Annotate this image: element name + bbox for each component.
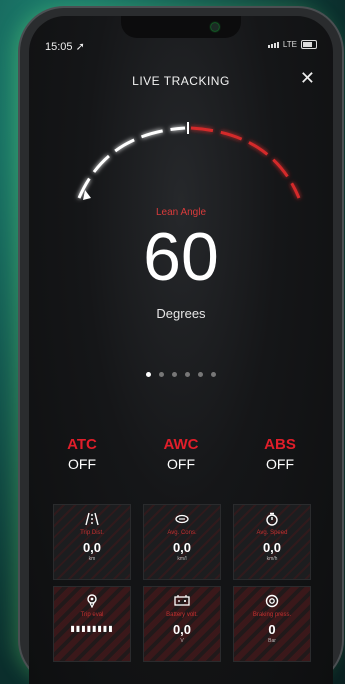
card-label: Avg. Cons. [167,530,197,536]
card-value: 0,0 [172,622,192,637]
page-title: LIVE TRACKING [132,74,230,88]
trip-eval-bars: ▮▮▮▮▮▮▮▮ [70,624,114,633]
lean-angle-gauge [77,122,301,200]
status-icons: LTE [267,40,317,49]
road-icon [54,512,130,526]
gauge-left-arc [77,126,186,199]
mode-state: OFF [266,456,294,472]
fuel-consumption-icon [144,512,220,526]
notch [121,16,241,38]
location-arrow-icon: ➚ [75,41,85,53]
card-unit: V [180,638,184,644]
card-battery-voltage[interactable]: Battery volt. 0,0 V [143,586,221,662]
card-value: 0,0 [82,540,102,555]
card-trip-eval[interactable]: Trip eval ▮▮▮▮▮▮▮▮ [53,586,131,662]
card-value: 0,0 [262,540,282,555]
stats-grid: Trip Dist. 0,0 km Avg. Cons. 0,0 km/l Av… [53,504,311,662]
page-dot[interactable] [159,372,164,377]
card-unit: km [88,556,96,562]
stopwatch-icon [234,512,310,526]
page-indicator [29,372,333,377]
gauge-label: Lean Angle [155,207,207,218]
location-pin-icon [54,594,130,608]
card-value: 0 [268,622,276,637]
card-label: Avg. Speed [256,530,288,536]
network-label: LTE [282,40,297,49]
mode-name: ATC [67,436,97,453]
page-dot[interactable] [172,372,177,377]
card-label: Battery volt. [166,612,198,618]
page-dot[interactable] [146,372,151,377]
screen: 15:05 ➚ LTE LIVE TRACKING ✕ Lean Angle 6… [29,16,333,684]
gauge-pointer [83,190,91,200]
card-unit: km/h [266,556,278,562]
brake-icon [234,594,310,608]
page-dot[interactable] [211,372,216,377]
close-icon[interactable]: ✕ [300,68,315,89]
page-dot[interactable] [185,372,190,377]
mode-atc[interactable]: ATC OFF [47,436,117,472]
assist-modes: ATC OFF AWC OFF ABS OFF [47,436,315,472]
gauge-value: 60 [143,219,219,295]
camera-icon [211,23,219,31]
signal-icon [267,41,279,48]
page-dot[interactable] [198,372,203,377]
battery-status-icon [301,40,317,49]
time-text: 15:05 [45,41,73,53]
mode-awc[interactable]: AWC OFF [146,436,216,472]
card-trip-distance[interactable]: Trip Dist. 0,0 km [53,504,131,580]
mode-state: OFF [167,456,195,472]
card-unit: Bar [268,638,276,644]
card-braking-pressure[interactable]: Braking press. 0 Bar [233,586,311,662]
card-label: Braking press. [252,612,292,618]
mode-abs[interactable]: ABS OFF [245,436,315,472]
gauge-unit: Degrees [156,306,206,321]
card-label: Trip Dist. [80,530,104,536]
mode-state: OFF [68,456,96,472]
card-label: Trip eval [80,612,104,618]
card-avg-consumption[interactable]: Avg. Cons. 0,0 km/l [143,504,221,580]
card-avg-speed[interactable]: Avg. Speed 0,0 km/h [233,504,311,580]
card-value: 0,0 [172,540,192,555]
gauge-right-arc [190,126,301,199]
card-unit: km/l [177,556,187,562]
mode-name: AWC [163,436,199,453]
battery-icon [144,594,220,608]
status-time: 15:05 ➚ [45,40,85,53]
mode-name: ABS [264,436,296,453]
phone-frame: 15:05 ➚ LTE LIVE TRACKING ✕ Lean Angle 6… [20,8,342,684]
